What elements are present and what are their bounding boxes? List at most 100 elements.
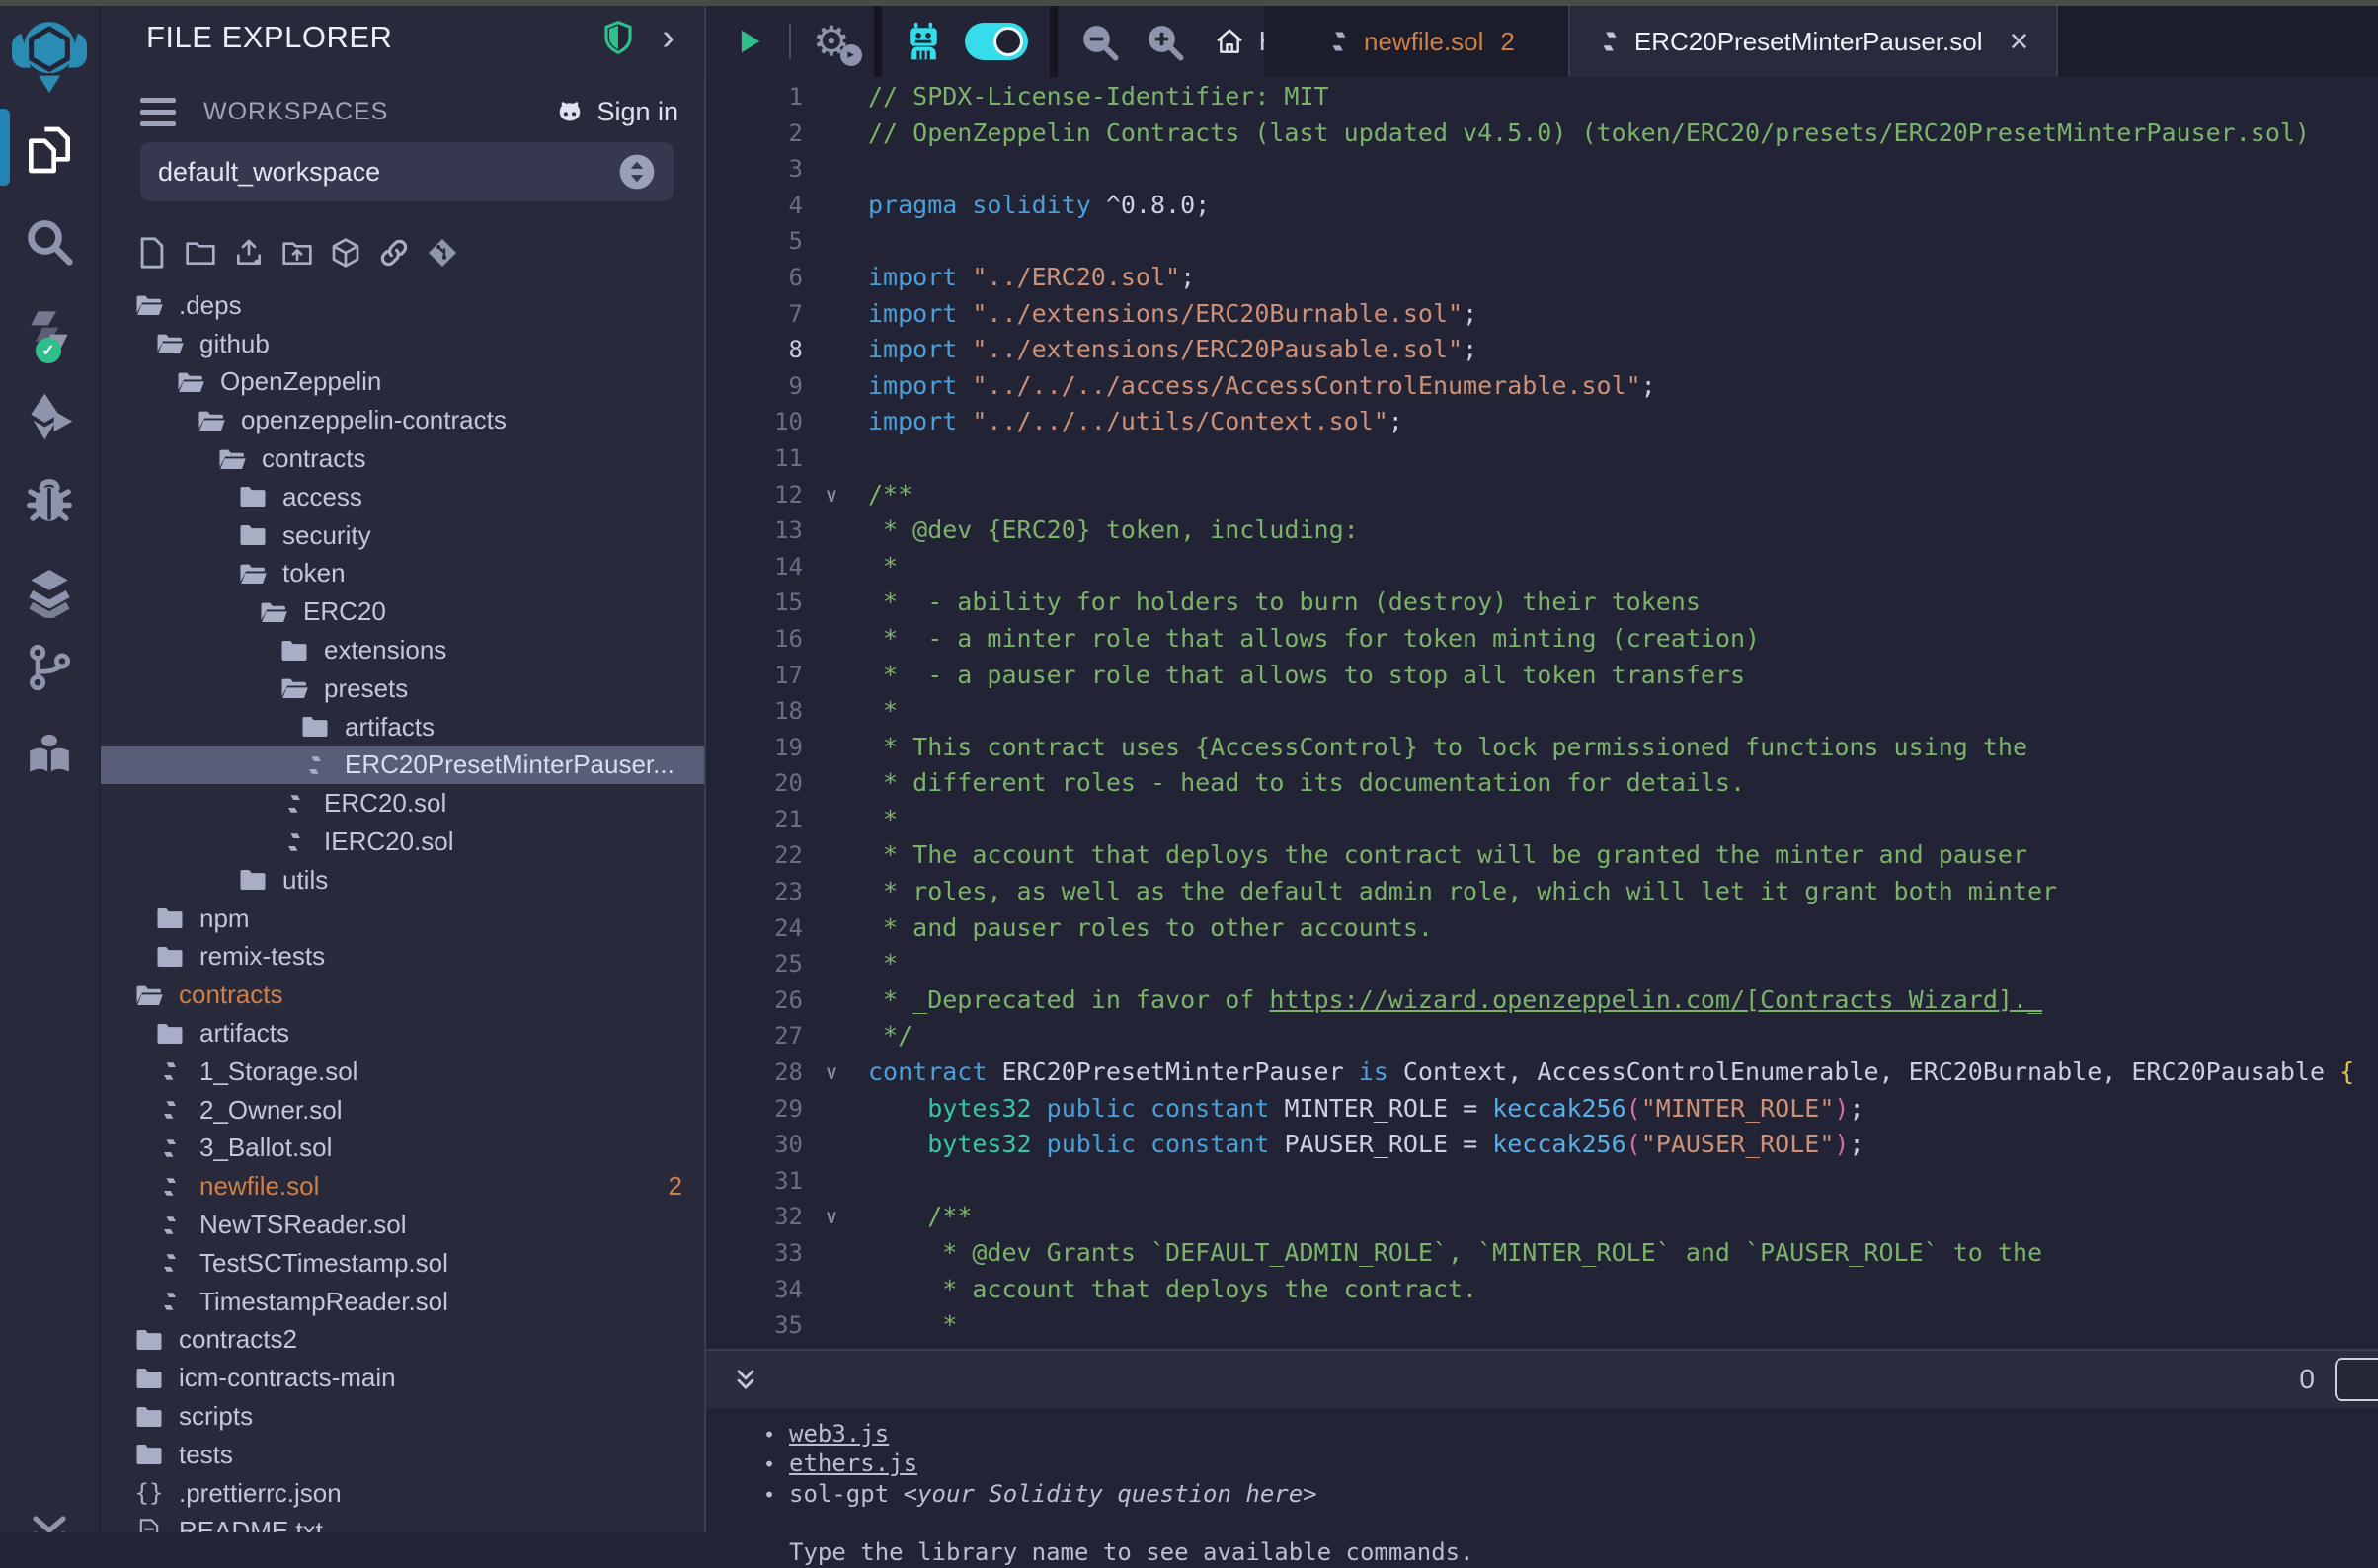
tree-item-artifacts[interactable]: artifacts bbox=[101, 708, 704, 746]
code-editor[interactable]: 1// SPDX-License-Identifier: MIT2// Open… bbox=[706, 77, 2378, 1351]
code-line-30: 30 bytes32 public constant PAUSER_ROLE =… bbox=[706, 1127, 2378, 1163]
tree-item-contracts2[interactable]: contracts2 bbox=[101, 1321, 704, 1360]
tree-item-newtsreader-sol[interactable]: NewTSReader.sol bbox=[101, 1206, 704, 1244]
upload-file-icon[interactable] bbox=[233, 235, 265, 271]
learneth-icon[interactable] bbox=[0, 727, 99, 782]
new-file-icon[interactable] bbox=[136, 235, 168, 271]
tree-item-icm-contracts-main[interactable]: icm-contracts-main bbox=[101, 1359, 704, 1397]
tree-item-ierc20-sol[interactable]: IERC20.sol bbox=[101, 823, 704, 861]
code-text: * bbox=[868, 946, 898, 982]
tab-newfile[interactable]: newfile.sol 2 bbox=[1300, 6, 1543, 77]
tree-item-utils[interactable]: utils bbox=[101, 861, 704, 900]
zoom-in-icon[interactable] bbox=[1145, 22, 1184, 61]
remix-logo[interactable] bbox=[0, 14, 99, 97]
link-icon[interactable] bbox=[378, 235, 410, 271]
tree-item-3-ballot-sol[interactable]: 3_Ballot.sol bbox=[101, 1130, 704, 1168]
fold-gutter bbox=[803, 802, 860, 838]
tree-item-artifacts[interactable]: artifacts bbox=[101, 1014, 704, 1053]
tree-item-openzeppelin[interactable]: OpenZeppelin bbox=[101, 363, 704, 402]
solidity-compiler-icon[interactable]: ✓ bbox=[0, 302, 99, 357]
tree-item-testsctimestamp-sol[interactable]: TestSCTimestamp.sol bbox=[101, 1244, 704, 1283]
tree-item-timestampreader-sol[interactable]: TimestampReader.sol bbox=[101, 1283, 704, 1321]
fold-gutter bbox=[803, 1235, 860, 1272]
tree-item-newfile-sol[interactable]: newfile.sol2 bbox=[101, 1167, 704, 1206]
upload-folder-icon[interactable] bbox=[281, 235, 313, 271]
unit-testing-icon[interactable] bbox=[0, 563, 99, 618]
tree-item-github[interactable]: github bbox=[101, 325, 704, 363]
workspace-select[interactable]: default_workspace bbox=[140, 142, 674, 201]
fold-gutter bbox=[803, 693, 860, 730]
tree-item-access[interactable]: access bbox=[101, 478, 704, 516]
tree-item-scripts[interactable]: scripts bbox=[101, 1397, 704, 1436]
tree-item-security[interactable]: security bbox=[101, 516, 704, 555]
tree-item-2-owner-sol[interactable]: 2_Owner.sol bbox=[101, 1091, 704, 1130]
tree-item-readme-txt[interactable]: README.txt bbox=[101, 1513, 704, 1533]
terminal-link[interactable]: web3.js bbox=[789, 1420, 889, 1449]
deploy-run-icon[interactable] bbox=[0, 389, 99, 444]
run-setup-gear-icon[interactable]: ⚙ ▸ bbox=[813, 21, 850, 62]
terminal-header[interactable]: 0 bbox=[706, 1351, 2378, 1408]
shield-icon[interactable] bbox=[602, 20, 634, 55]
github-sign-in-button[interactable]: Sign in bbox=[553, 97, 678, 127]
tree-item-contracts[interactable]: contracts bbox=[101, 976, 704, 1014]
tree-item-label: contracts bbox=[179, 980, 283, 1010]
tree-item-openzeppelin-contracts[interactable]: openzeppelin-contracts bbox=[101, 401, 704, 439]
solidity-file-icon bbox=[283, 791, 305, 817]
code-line-9: 9import "../../../access/AccessControlEn… bbox=[706, 368, 2378, 405]
git-clone-icon[interactable] bbox=[427, 235, 458, 271]
line-number: 4 bbox=[706, 188, 803, 224]
terminal-line: •web3.js bbox=[763, 1420, 2378, 1450]
tree-item-extensions[interactable]: extensions bbox=[101, 631, 704, 669]
command-hint: <your Solidity question here> bbox=[904, 1480, 1317, 1508]
search-icon[interactable] bbox=[0, 215, 99, 269]
tree-item-erc20-sol[interactable]: ERC20.sol bbox=[101, 784, 704, 823]
copilot-robot-icon[interactable] bbox=[902, 20, 945, 63]
zoom-out-icon[interactable] bbox=[1079, 22, 1119, 61]
tree-item--prettierrc-json[interactable]: {}.prettierrc.json bbox=[101, 1474, 704, 1513]
tree-item-label: TimestampReader.sol bbox=[199, 1287, 448, 1317]
tree-item-remix-tests[interactable]: remix-tests bbox=[101, 938, 704, 977]
fold-chevron-icon[interactable]: ∨ bbox=[803, 477, 860, 513]
tree-item-label: remix-tests bbox=[199, 941, 325, 972]
new-folder-icon[interactable] bbox=[185, 235, 216, 271]
copilot-toggle[interactable] bbox=[965, 23, 1028, 60]
code-line-22: 22 * The account that deploys the contra… bbox=[706, 837, 2378, 874]
solidity-file-icon bbox=[1598, 29, 1622, 54]
tab-erc20presetminterpauser[interactable]: ERC20PresetMinterPauser.sol × bbox=[1568, 6, 2058, 77]
workspaces-menu-icon[interactable] bbox=[140, 98, 176, 126]
line-number: 8 bbox=[706, 332, 803, 368]
tree-item-label: contracts bbox=[262, 443, 366, 474]
fold-gutter bbox=[803, 585, 860, 621]
run-script-icon[interactable] bbox=[732, 25, 765, 58]
tree-item-presets[interactable]: presets bbox=[101, 669, 704, 708]
debugger-icon[interactable] bbox=[0, 474, 99, 527]
code-text: */ bbox=[868, 1018, 912, 1055]
tree-item-token[interactable]: token bbox=[101, 555, 704, 593]
tree-item-npm[interactable]: npm bbox=[101, 900, 704, 938]
code-text: * different roles - head to its document… bbox=[868, 765, 1745, 802]
fold-chevron-icon[interactable]: ∨ bbox=[803, 1199, 860, 1235]
tree-item-erc20presetminterpauser-[interactable]: ERC20PresetMinterPauser... bbox=[101, 746, 704, 785]
git-icon[interactable] bbox=[0, 642, 99, 693]
tree-item-contracts[interactable]: contracts bbox=[101, 439, 704, 478]
tree-item-label: github bbox=[199, 329, 270, 359]
folder-open-icon bbox=[155, 331, 185, 356]
import-box-icon[interactable] bbox=[330, 235, 361, 271]
settings-icon[interactable] bbox=[0, 1511, 99, 1532]
terminal-output: •web3.js•ethers.js•sol-gpt <your Solidit… bbox=[706, 1408, 2378, 1568]
terminal-link[interactable]: ethers.js bbox=[789, 1450, 917, 1478]
tree-item-tests[interactable]: tests bbox=[101, 1436, 704, 1474]
collapse-panel-chevron-icon[interactable]: › bbox=[662, 23, 674, 52]
folder-icon bbox=[134, 1442, 164, 1467]
tree-item-1-storage-sol[interactable]: 1_Storage.sol bbox=[101, 1053, 704, 1091]
terminal-search-input[interactable] bbox=[2335, 1358, 2378, 1401]
file-explorer-icon[interactable] bbox=[0, 122, 99, 178]
tree-item--deps[interactable]: .deps bbox=[101, 286, 704, 325]
code-text: import "../extensions/ERC20Pausable.sol"… bbox=[868, 332, 1477, 368]
tree-item-erc20[interactable]: ERC20 bbox=[101, 592, 704, 631]
fold-gutter bbox=[803, 549, 860, 586]
line-number: 19 bbox=[706, 730, 803, 766]
close-tab-icon[interactable]: × bbox=[2009, 27, 2028, 56]
fold-chevron-icon[interactable]: ∨ bbox=[803, 1055, 860, 1091]
expand-terminal-icon[interactable] bbox=[732, 1365, 759, 1394]
